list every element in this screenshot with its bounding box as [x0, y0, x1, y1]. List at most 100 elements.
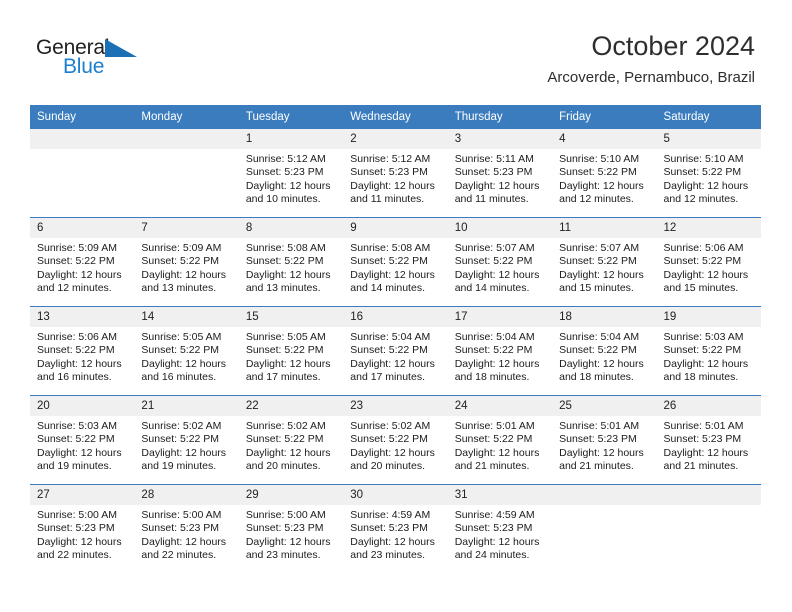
weekday-header-saturday: Saturday — [656, 105, 761, 129]
general-blue-logo[interactable]: General Blue — [36, 36, 176, 82]
daylight-text: Daylight: 12 hours — [37, 446, 122, 459]
day-cell[interactable]: 10 Sunrise: 5:07 AM Sunset: 5:22 PM Dayligh… — [447, 217, 553, 307]
day-cell[interactable]: 21 Sunrise: 5:02 AM Sunset: 5:22 PM Dayligh… — [134, 395, 239, 485]
daylight-text-cont: and 11 minutes. — [350, 193, 425, 206]
day-number: 8 — [238, 218, 344, 238]
sunrise-text: Sunrise: 5:09 AM — [141, 242, 222, 254]
day-cell[interactable]: 9 Sunrise: 5:08 AM Sunset: 5:22 PM Daylight… — [343, 217, 448, 307]
day-cell[interactable]: 5 Sunrise: 5:10 AM Sunset: 5:22 PM Daylight… — [656, 129, 761, 218]
day-details: Sunrise: 5:04 AM Sunset: 5:22 PM Daylight:… — [448, 327, 552, 385]
sunset-text: Sunset: 5:22 PM — [559, 344, 637, 357]
day-details: Sunrise: 5:06 AM Sunset: 5:22 PM Daylight:… — [30, 327, 134, 385]
day-cell[interactable]: 12 Sunrise: 5:06 AM Sunset: 5:22 PM Dayligh… — [656, 217, 761, 307]
day-cell[interactable]: 3 Sunrise: 5:11 AM Sunset: 5:23 PM Daylight… — [447, 129, 553, 218]
day-cell[interactable]: 26 Sunrise: 5:01 AM Sunset: 5:23 PM Dayligh… — [656, 395, 761, 485]
day-cell[interactable] — [30, 129, 135, 218]
day-number: 31 — [447, 485, 553, 505]
sunset-text: Sunset: 5:22 PM — [350, 433, 428, 446]
sunrise-text: Sunrise: 5:01 AM — [454, 420, 535, 432]
sunset-text: Sunset: 5:23 PM — [663, 433, 742, 446]
day-cell[interactable]: 29 Sunrise: 5:00 AM Sunset: 5:23 PM Dayligh… — [238, 484, 344, 573]
sunset-text: Sunset: 5:22 PM — [245, 255, 324, 268]
day-cell[interactable]: 16 Sunrise: 5:04 AM Sunset: 5:22 PM Dayligh… — [343, 306, 448, 396]
day-number: 23 — [343, 396, 448, 416]
sunrise-text: Sunrise: 5:10 AM — [559, 153, 640, 165]
sunrise-text: Sunrise: 5:04 AM — [559, 331, 640, 343]
week-row: 6 Sunrise: 5:09 AM Sunset: 5:22 PM Daylight… — [30, 217, 761, 307]
daylight-text-cont: and 17 minutes. — [245, 371, 321, 384]
day-number: 11 — [552, 218, 657, 238]
day-number: 16 — [343, 307, 448, 327]
daylight-text-cont: and 15 minutes. — [663, 282, 739, 295]
day-cell[interactable] — [134, 129, 239, 218]
day-cell[interactable]: 25 Sunrise: 5:01 AM Sunset: 5:23 PM Dayligh… — [552, 395, 657, 485]
day-details — [552, 505, 656, 509]
day-cell[interactable] — [656, 484, 761, 573]
day-number: 18 — [552, 307, 657, 327]
day-cell[interactable]: 4 Sunrise: 5:10 AM Sunset: 5:22 PM Daylight… — [552, 129, 657, 218]
day-details: Sunrise: 5:05 AM Sunset: 5:22 PM Daylight:… — [239, 327, 343, 385]
day-cell[interactable]: 22 Sunrise: 5:02 AM Sunset: 5:22 PM Dayligh… — [238, 395, 344, 485]
day-cell[interactable]: 15 Sunrise: 5:05 AM Sunset: 5:22 PM Dayligh… — [238, 306, 344, 396]
day-cell[interactable]: 18 Sunrise: 5:04 AM Sunset: 5:22 PM Dayligh… — [552, 306, 657, 396]
day-cell[interactable]: 19 Sunrise: 5:03 AM Sunset: 5:22 PM Dayligh… — [656, 306, 761, 396]
day-cell[interactable]: 13 Sunrise: 5:06 AM Sunset: 5:22 PM Dayligh… — [30, 306, 135, 396]
day-details: Sunrise: 5:01 AM Sunset: 5:22 PM Daylight:… — [448, 416, 552, 474]
day-cell[interactable]: 24 Sunrise: 5:01 AM Sunset: 5:22 PM Dayligh… — [447, 395, 553, 485]
day-cell[interactable]: 1 Sunrise: 5:12 AM Sunset: 5:23 PM Daylight… — [238, 129, 344, 218]
day-details: Sunrise: 5:07 AM Sunset: 5:22 PM Daylight:… — [448, 238, 552, 296]
week-row: 20 Sunrise: 5:03 AM Sunset: 5:22 PM Dayligh… — [30, 395, 761, 485]
daylight-text: Daylight: 12 hours — [559, 446, 644, 459]
day-details: Sunrise: 5:08 AM Sunset: 5:22 PM Daylight:… — [343, 238, 447, 296]
day-number: 3 — [447, 129, 553, 149]
daylight-text-cont: and 12 minutes. — [559, 193, 634, 206]
day-cell[interactable]: 27 Sunrise: 5:00 AM Sunset: 5:23 PM Dayligh… — [30, 484, 135, 573]
day-number: 10 — [447, 218, 553, 238]
daylight-text: Daylight: 12 hours — [245, 268, 331, 281]
sunrise-text: Sunrise: 5:01 AM — [663, 420, 744, 432]
daylight-text-cont: and 12 minutes. — [37, 282, 112, 295]
sunrise-text: Sunrise: 5:01 AM — [559, 420, 640, 432]
day-cell[interactable] — [552, 484, 657, 573]
sunrise-text: Sunrise: 5:10 AM — [663, 153, 744, 165]
day-number: 26 — [656, 396, 761, 416]
weekday-header-wednesday: Wednesday — [343, 105, 448, 129]
daylight-text-cont: and 20 minutes. — [245, 460, 321, 473]
day-cell[interactable]: 23 Sunrise: 5:02 AM Sunset: 5:22 PM Dayligh… — [343, 395, 448, 485]
daylight-text-cont: and 20 minutes. — [350, 460, 425, 473]
day-details: Sunrise: 5:09 AM Sunset: 5:22 PM Daylight:… — [30, 238, 134, 296]
day-cell[interactable]: 11 Sunrise: 5:07 AM Sunset: 5:22 PM Dayligh… — [552, 217, 657, 307]
day-cell[interactable]: 30 Sunrise: 4:59 AM Sunset: 5:23 PM Dayligh… — [343, 484, 448, 573]
daylight-text-cont: and 19 minutes. — [37, 460, 112, 473]
weekday-header-friday: Friday — [552, 105, 657, 129]
daylight-text-cont: and 23 minutes. — [245, 549, 321, 562]
day-number: 24 — [447, 396, 553, 416]
day-cell[interactable]: 31 Sunrise: 4:59 AM Sunset: 5:23 PM Dayligh… — [447, 484, 553, 573]
sunset-text: Sunset: 5:22 PM — [559, 166, 637, 179]
day-cell[interactable]: 17 Sunrise: 5:04 AM Sunset: 5:22 PM Dayligh… — [447, 306, 553, 396]
sunrise-text: Sunrise: 5:07 AM — [559, 242, 640, 254]
daylight-text: Daylight: 12 hours — [559, 268, 644, 281]
day-cell[interactable]: 14 Sunrise: 5:05 AM Sunset: 5:22 PM Dayligh… — [134, 306, 239, 396]
day-cell[interactable]: 6 Sunrise: 5:09 AM Sunset: 5:22 PM Daylight… — [30, 217, 135, 307]
day-cell[interactable]: 2 Sunrise: 5:12 AM Sunset: 5:23 PM Daylight… — [343, 129, 448, 218]
day-number: 19 — [656, 307, 761, 327]
location-subtitle: Arcoverde, Pernambuco, Brazil — [547, 69, 755, 86]
sunset-text: Sunset: 5:23 PM — [454, 166, 533, 179]
day-details: Sunrise: 5:03 AM Sunset: 5:22 PM Daylight:… — [30, 416, 134, 474]
day-number: 2 — [343, 129, 448, 149]
day-cell[interactable]: 28 Sunrise: 5:00 AM Sunset: 5:23 PM Dayligh… — [134, 484, 239, 573]
daylight-text: Daylight: 12 hours — [663, 268, 749, 281]
day-cell[interactable]: 7 Sunrise: 5:09 AM Sunset: 5:22 PM Daylight… — [134, 217, 239, 307]
day-cell[interactable]: 20 Sunrise: 5:03 AM Sunset: 5:22 PM Dayligh… — [30, 395, 135, 485]
daylight-text-cont: and 17 minutes. — [350, 371, 425, 384]
day-number: 13 — [30, 307, 135, 327]
day-cell[interactable]: 8 Sunrise: 5:08 AM Sunset: 5:22 PM Daylight… — [238, 217, 344, 307]
day-number: 7 — [134, 218, 239, 238]
daylight-text: Daylight: 12 hours — [245, 446, 331, 459]
daylight-text: Daylight: 12 hours — [350, 179, 435, 192]
day-details: Sunrise: 5:08 AM Sunset: 5:22 PM Daylight:… — [239, 238, 343, 296]
calendar-header-row: Sunday Monday Tuesday Wednesday Thursday… — [30, 105, 761, 129]
sunset-text: Sunset: 5:22 PM — [454, 344, 533, 357]
daylight-text: Daylight: 12 hours — [37, 535, 122, 548]
